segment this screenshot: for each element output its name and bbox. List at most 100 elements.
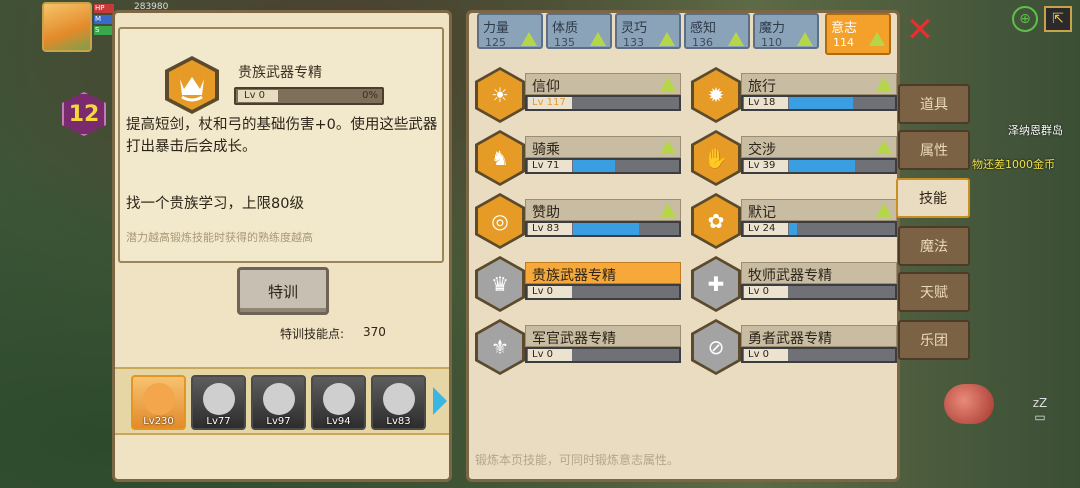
attr-value: 125 — [485, 36, 506, 49]
attr-value: 110 — [761, 36, 782, 49]
shield-slash-icon: ⊘ — [691, 319, 741, 375]
side-tab-skills[interactable]: 技能 — [896, 178, 970, 218]
attr-name: 力量 — [483, 21, 510, 36]
hero-card[interactable]: Lv97 — [251, 375, 306, 430]
side-tab-talent[interactable]: 天赋 — [898, 272, 970, 312]
skill-bar: Lv 0 — [525, 284, 681, 300]
skill-detail-box: 贵族武器专精 Lv 0 0% 提高短剑，杖和弓的基础伤害+0。使用这些武器打出暴… — [118, 27, 444, 263]
skill-item[interactable]: ♞ 骑乘 Lv 71 — [475, 130, 681, 188]
sleep-icon[interactable]: zZ ▭ — [1018, 396, 1062, 432]
skill-item[interactable]: ✚ 牧师武器专精 Lv 0 — [691, 256, 897, 314]
hero-card[interactable]: Lv83 — [371, 375, 426, 430]
skill-item[interactable]: ✹ 旅行 Lv 18 — [691, 67, 897, 125]
exit-icon[interactable]: ⇱ — [1044, 6, 1072, 32]
attr-tab[interactable]: 力量 125 — [477, 13, 543, 49]
wheel-icon: ✹ — [691, 67, 741, 123]
skill-fill — [573, 160, 615, 172]
up-arrow-icon[interactable] — [659, 32, 675, 46]
handshake-icon: ✋ — [691, 130, 741, 186]
skill-detail-panel: 贵族武器专精 Lv 0 0% 提高短剑，杖和弓的基础伤害+0。使用这些武器打出暴… — [112, 10, 452, 482]
attr-tab-active[interactable]: 意志 114 — [825, 13, 891, 55]
skill-bar: Lv 24 — [741, 221, 897, 237]
skill-item[interactable]: ◎ 赞助 Lv 83 — [475, 193, 681, 251]
crown-icon — [164, 55, 220, 115]
side-tab-items[interactable]: 道具 — [898, 84, 970, 124]
training-points-value: 370 — [363, 325, 386, 339]
up-arrow-icon[interactable] — [521, 32, 537, 46]
hero-card[interactable]: Lv230 — [131, 375, 186, 430]
hero-level: Lv230 — [143, 416, 174, 427]
skill-item[interactable]: ✋ 交涉 Lv 39 — [691, 130, 897, 188]
hero-portrait[interactable] — [42, 2, 92, 52]
skill-level: Lv 24 — [744, 223, 788, 235]
skill-study-text: 找一个贵族学习，上限80级 — [126, 196, 304, 212]
skill-bar: Lv 0 — [525, 347, 681, 363]
hero-card[interactable]: Lv77 — [191, 375, 246, 430]
skill-item[interactable]: ✿ 默记 Lv 24 — [691, 193, 897, 251]
next-hero-arrow-icon[interactable] — [433, 387, 447, 415]
up-arrow-icon[interactable] — [876, 203, 892, 217]
globe-icon[interactable]: ⊕ — [1012, 6, 1038, 32]
skill-progress-pct: 0% — [362, 90, 378, 101]
hero-level: Lv94 — [326, 416, 351, 427]
holy-icon: ✚ — [691, 256, 741, 312]
skill-level: Lv 0 — [528, 349, 572, 361]
skill-hint: 潜力越高锻炼技能时获得的熟练度越高 — [126, 231, 313, 244]
skill-bar: Lv 0 — [741, 347, 897, 363]
attr-tab[interactable]: 体质 135 — [546, 13, 612, 49]
attribute-tabs: 力量 125 体质 135 灵巧 133 感知 136 魔力 110 意志 11… — [473, 13, 897, 55]
close-icon[interactable]: ✕ — [904, 13, 936, 47]
skill-level: Lv 71 — [528, 160, 572, 172]
side-tab-band[interactable]: 乐团 — [898, 320, 970, 360]
skill-item[interactable]: ☀ 信仰 Lv 117 — [475, 67, 681, 125]
skill-name: 旅行 — [748, 79, 776, 95]
skill-level: Lv 39 — [744, 160, 788, 172]
up-arrow-icon[interactable] — [660, 203, 676, 217]
skill-name: 贵族武器专精 — [532, 268, 616, 284]
hero-avatar — [383, 383, 415, 415]
meat-icon[interactable] — [944, 384, 994, 424]
attr-tab[interactable]: 感知 136 — [684, 13, 750, 49]
skill-name: 赞助 — [532, 205, 560, 221]
panel-footer-hint: 锻炼本页技能，可同时锻炼意志属性。 — [475, 453, 680, 467]
up-arrow-icon[interactable] — [728, 32, 744, 46]
hero-hud[interactable]: HP M S 283980 280 — [42, 2, 168, 54]
attr-value: 133 — [623, 36, 644, 49]
skill-name: 牧师武器专精 — [748, 268, 832, 284]
training-points-label: 特训技能点: — [280, 327, 345, 341]
side-tab-attributes[interactable]: 属性 — [898, 130, 970, 170]
skill-level: Lv 83 — [528, 223, 572, 235]
up-arrow-icon[interactable] — [660, 77, 676, 91]
skill-bar: Lv 39 — [741, 158, 897, 174]
up-arrow-icon[interactable] — [869, 32, 885, 46]
skill-name: 骑乘 — [532, 142, 560, 158]
skill-bar: Lv 0 — [741, 284, 897, 300]
side-tab-magic[interactable]: 魔法 — [898, 226, 970, 266]
skill-bar: Lv 71 — [525, 158, 681, 174]
fleur-icon: ⚜ — [475, 319, 525, 375]
hero-card[interactable]: Lv94 — [311, 375, 366, 430]
hud-bars: HP M S — [94, 4, 114, 37]
skill-name: 默记 — [748, 205, 776, 221]
hp-bar: HP — [94, 4, 114, 13]
brain-icon: ✿ — [691, 193, 741, 249]
attr-tab[interactable]: 灵巧 133 — [615, 13, 681, 49]
up-arrow-icon[interactable] — [797, 32, 813, 46]
skill-fill — [789, 160, 855, 172]
skill-fill — [789, 223, 797, 235]
up-arrow-icon[interactable] — [660, 140, 676, 154]
hero-level: Lv77 — [206, 416, 231, 427]
skill-item[interactable]: ⊘ 勇者武器专精 Lv 0 — [691, 319, 897, 377]
skill-name-box: 信仰 — [525, 73, 681, 95]
up-arrow-icon[interactable] — [876, 140, 892, 154]
up-arrow-icon[interactable] — [876, 77, 892, 91]
mp-bar: M — [94, 15, 114, 24]
skill-name: 军官武器专精 — [532, 331, 616, 347]
attr-tab[interactable]: 魔力 110 — [753, 13, 819, 49]
skill-item-selected[interactable]: ♛ 贵族武器专精 Lv 0 — [475, 256, 681, 314]
skill-name-box: 默记 — [741, 199, 897, 221]
up-arrow-icon[interactable] — [590, 32, 606, 46]
train-button[interactable]: 特训 — [237, 267, 329, 315]
hero-selector: Lv230 Lv77 Lv97 Lv94 Lv83 — [115, 367, 449, 435]
skill-item[interactable]: ⚜ 军官武器专精 Lv 0 — [475, 319, 681, 377]
